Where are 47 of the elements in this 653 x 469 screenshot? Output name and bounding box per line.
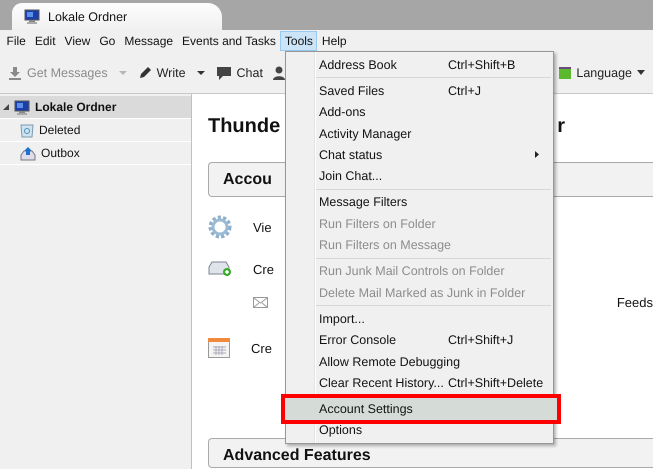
calendar-icon xyxy=(208,338,230,358)
menu-item[interactable]: Join Chat... xyxy=(286,165,553,187)
menu-bar-item[interactable]: Edit xyxy=(30,31,60,51)
monitor-icon xyxy=(14,100,30,114)
language-button[interactable]: Language xyxy=(557,64,647,82)
menu-bar-item[interactable]: File xyxy=(2,31,30,51)
menu-bar-item[interactable]: Events and Tasks xyxy=(178,31,280,51)
menu-bar-item[interactable]: Tools xyxy=(280,31,318,51)
gear-icon xyxy=(208,215,232,239)
menu-item[interactable]: Address Book Ctrl+Shift+B xyxy=(286,54,553,76)
trash-icon xyxy=(20,122,34,138)
expander-icon[interactable] xyxy=(3,104,9,110)
link-text[interactable]: Vie xyxy=(253,220,272,234)
link-text[interactable]: Cre xyxy=(251,340,272,356)
menu-item[interactable]: Account Settings xyxy=(285,398,557,420)
menu-item[interactable]: Activity Manager xyxy=(286,122,553,144)
folder-item[interactable]: Outbox xyxy=(0,142,191,165)
speech-bubble-icon xyxy=(216,64,232,80)
menu-bar-item[interactable]: View xyxy=(60,31,95,51)
menu-bar-item[interactable]: Message xyxy=(120,31,178,51)
caret-icon xyxy=(637,70,645,75)
menu-item[interactable]: Saved Files Ctrl+J xyxy=(286,80,553,102)
write-button[interactable]: Write xyxy=(136,64,188,82)
folder-icon xyxy=(559,66,572,78)
folder-tab[interactable]: Lokale Ordner xyxy=(12,3,222,30)
inbox-add-icon xyxy=(208,261,232,277)
page-title: Thunde xyxy=(208,114,280,138)
person-icon[interactable] xyxy=(272,66,285,80)
menu-bar-item[interactable]: Go xyxy=(94,31,120,51)
envelope-icon xyxy=(253,296,268,308)
menu-item[interactable]: Clear Recent History... Ctrl+Shift+Delete xyxy=(286,372,553,394)
chat-button[interactable]: Chat xyxy=(214,62,265,82)
folder-item[interactable]: Lokale Ordner xyxy=(0,96,191,119)
menu-item[interactable]: Import... xyxy=(286,308,553,330)
download-icon xyxy=(8,66,22,80)
menu-bar-item[interactable]: Help xyxy=(317,31,352,51)
folder-item[interactable]: Deleted xyxy=(0,119,191,142)
monitor-icon xyxy=(24,9,40,24)
link-text[interactable]: Feeds xyxy=(616,294,653,310)
menu-item[interactable]: Allow Remote Debugging xyxy=(286,350,553,372)
outbox-icon xyxy=(20,146,36,160)
page-title: r xyxy=(557,114,565,138)
link-text[interactable]: Cre xyxy=(253,262,274,276)
menu-item[interactable]: Error Console Ctrl+Shift+J xyxy=(286,330,553,351)
caret-icon[interactable] xyxy=(196,70,206,76)
pencil-icon xyxy=(138,66,152,80)
menu-item[interactable]: Add-ons xyxy=(286,102,553,123)
